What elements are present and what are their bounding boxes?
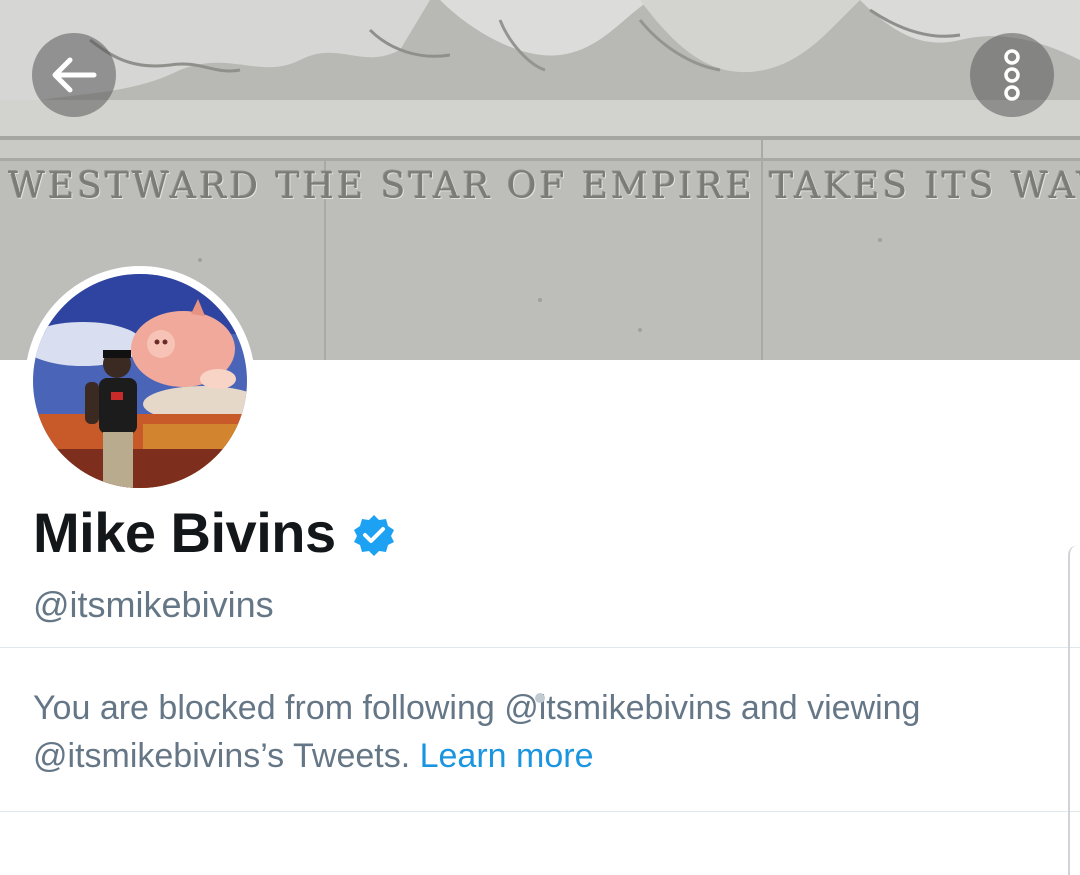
blocked-notice: You are blocked from following @itsmikeb…: [33, 684, 1033, 780]
back-button[interactable]: [32, 33, 116, 117]
divider: [0, 647, 1080, 648]
profile-avatar[interactable]: [25, 266, 255, 496]
scroll-indicator: [1068, 545, 1080, 875]
verified-badge-icon: [353, 514, 394, 556]
profile-handle: @itsmikebivins: [33, 584, 274, 625]
divider: [0, 811, 1080, 812]
learn-more-link[interactable]: Learn more: [420, 737, 594, 775]
profile-name-row: Mike Bivins: [33, 500, 396, 565]
avatar-image: [33, 274, 247, 488]
banner-inscription: WESTWARD THE STAR OF EMPIRE TAKES ITS WA…: [8, 166, 1080, 207]
display-name: Mike Bivins: [33, 501, 336, 564]
more-vertical-icon: [1004, 49, 1020, 101]
touch-indicator: [535, 693, 545, 703]
more-options-button[interactable]: [970, 33, 1054, 117]
arrow-left-icon: [52, 57, 97, 93]
